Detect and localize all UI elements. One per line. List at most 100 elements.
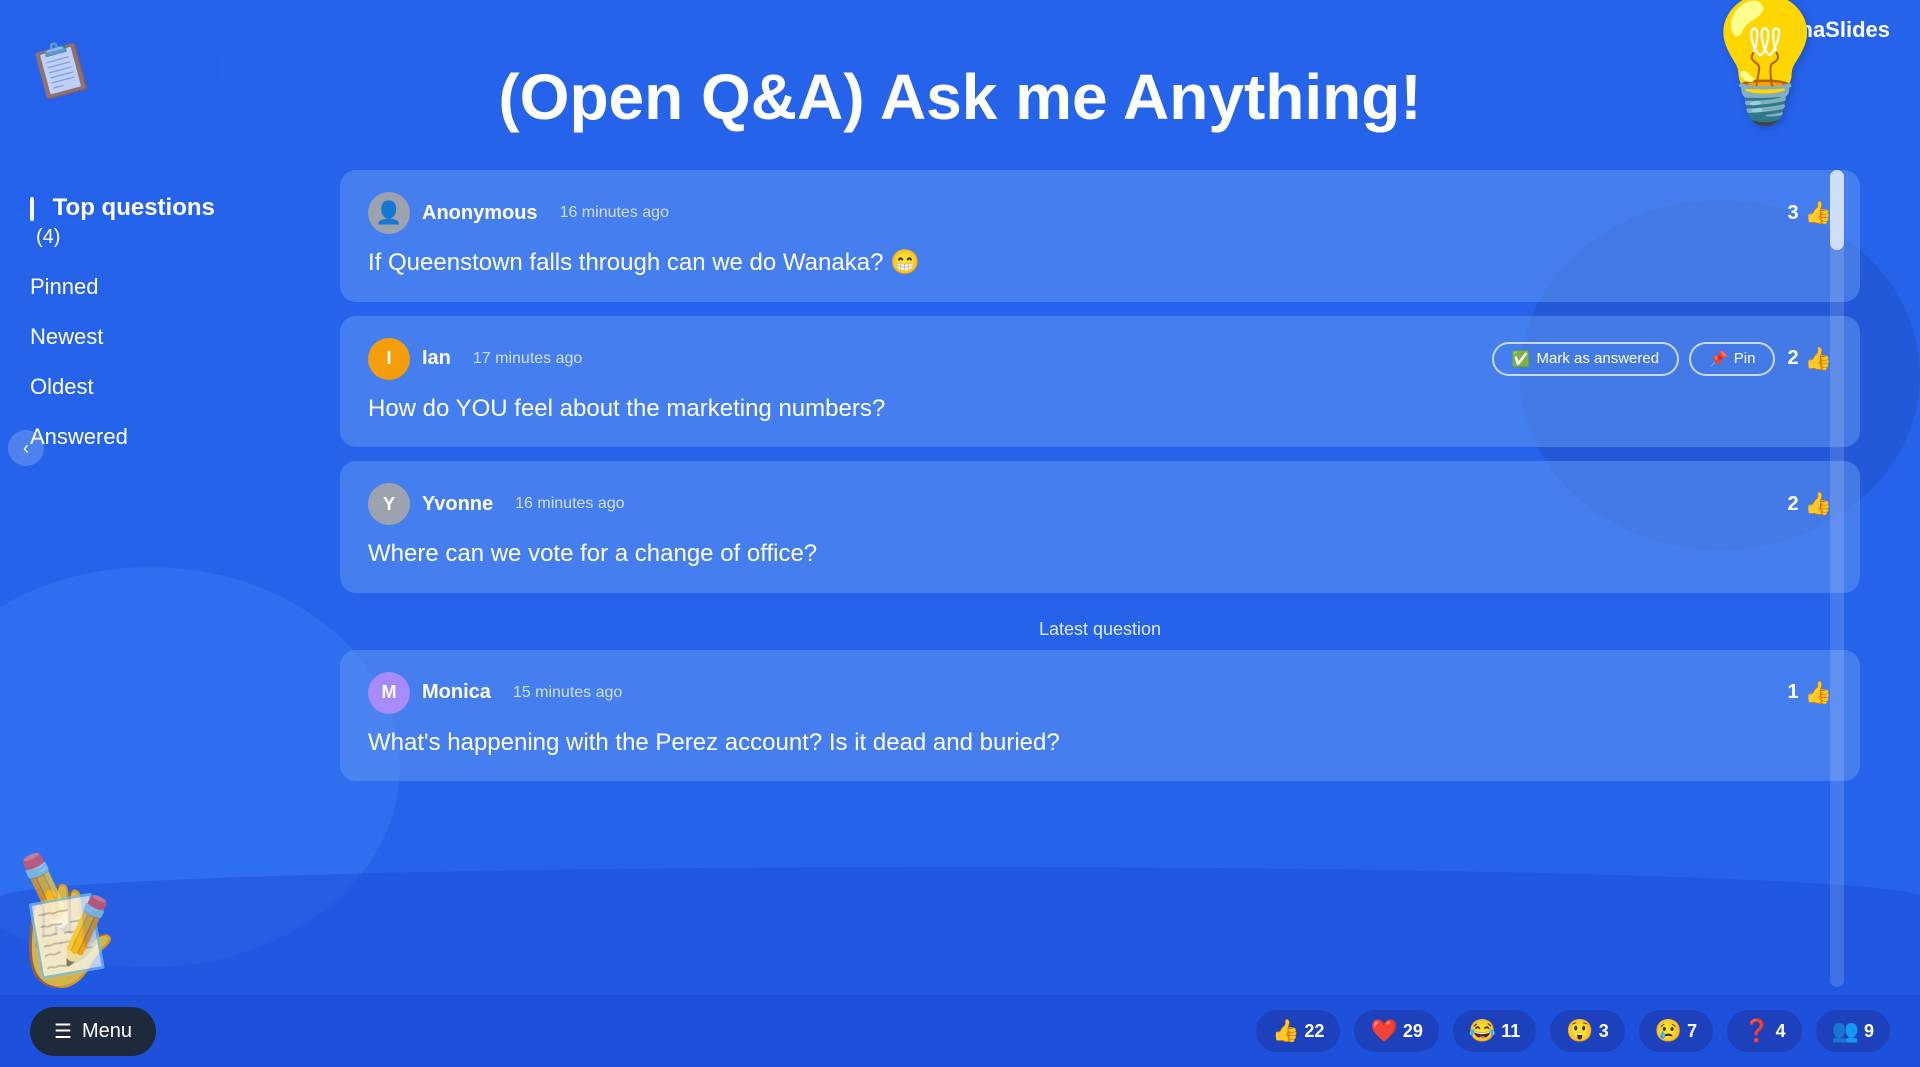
sidebar-item-pinned[interactable]: Pinned — [30, 270, 250, 304]
main-content: 👤 Anonymous 16 minutes ago 3 👍 If Queens… — [340, 170, 1860, 987]
sidebar-nav: Top questions (4) Pinned Newest Oldest A… — [30, 190, 250, 454]
heart-emoji: ❤️ — [1370, 1018, 1397, 1044]
reaction-laugh[interactable]: 😂 11 — [1453, 1010, 1536, 1052]
check-circle-icon: ✅ — [1512, 350, 1531, 368]
time-ago-3: 16 minutes ago — [515, 495, 624, 513]
decorative-hands: 🤚 — [0, 878, 125, 995]
card-header-left-2: I Ian 17 minutes ago — [368, 338, 582, 380]
pin-label: Pin — [1734, 350, 1756, 367]
time-ago-2: 17 minutes ago — [473, 350, 582, 368]
thumbs-up-icon-4: 👍 — [1805, 680, 1832, 706]
user-name-2: Ian — [422, 347, 451, 370]
like-number-3: 2 — [1787, 493, 1798, 516]
laugh-emoji: 😂 — [1469, 1018, 1496, 1044]
decorative-notepad: 📝 — [24, 888, 124, 984]
sad-reaction-count: 7 — [1687, 1021, 1697, 1042]
sidebar-item-label: Newest — [30, 324, 103, 349]
card-header-left-4: M Monica 15 minutes ago — [368, 672, 622, 714]
mark-answered-label: Mark as answered — [1537, 350, 1660, 367]
sidebar-item-label: Oldest — [30, 374, 94, 399]
reaction-sad[interactable]: 😢 7 — [1639, 1010, 1713, 1052]
reaction-heart[interactable]: ❤️ 29 — [1354, 1010, 1438, 1052]
card-header-right-2: ✅ Mark as answered 📌 Pin 2 👍 — [1492, 342, 1832, 376]
question-card-3: Y Yvonne 16 minutes ago 2 👍 Where can we… — [340, 461, 1860, 593]
bottom-bar: ☰ Menu 👍 22 ❤️ 29 😂 11 😲 3 😢 7 ❓ 4 👥 — [0, 995, 1920, 1067]
like-emoji: 👍 — [1272, 1018, 1299, 1044]
question-text-2: How do YOU feel about the marketing numb… — [368, 392, 1832, 426]
sidebar-item-newest[interactable]: Newest — [30, 320, 250, 354]
card-actions-2: ✅ Mark as answered 📌 Pin — [1492, 342, 1776, 376]
question-text-3: Where can we vote for a change of office… — [368, 537, 1832, 571]
users-reaction-count: 9 — [1864, 1021, 1874, 1042]
card-header-4: M Monica 15 minutes ago 1 👍 — [368, 672, 1832, 714]
pin-button[interactable]: 📌 Pin — [1689, 342, 1775, 376]
reaction-question[interactable]: ❓ 4 — [1727, 1010, 1801, 1052]
scrollbar-thumb[interactable] — [1830, 170, 1844, 250]
like-number-2: 2 — [1787, 347, 1798, 370]
card-header-right-3: 2 👍 — [1787, 491, 1832, 517]
card-header-left-3: Y Yvonne 16 minutes ago — [368, 483, 625, 525]
card-header-3: Y Yvonne 16 minutes ago 2 👍 — [368, 483, 1832, 525]
sidebar-item-oldest[interactable]: Oldest — [30, 370, 250, 404]
sidebar-item-label: Top questions — [53, 194, 215, 221]
avatar-3: Y — [368, 483, 410, 525]
like-count-4[interactable]: 1 👍 — [1787, 680, 1832, 706]
menu-label: Menu — [82, 1020, 132, 1043]
question-emoji: ❓ — [1743, 1018, 1770, 1044]
card-header-1: 👤 Anonymous 16 minutes ago 3 👍 — [368, 192, 1832, 234]
avatar-4: M — [368, 672, 410, 714]
collapse-sidebar-button[interactable]: ‹ — [8, 430, 44, 466]
wow-emoji: 😲 — [1566, 1018, 1593, 1044]
reaction-like[interactable]: 👍 22 — [1256, 1010, 1340, 1052]
time-ago-4: 15 minutes ago — [513, 684, 622, 702]
reaction-wow[interactable]: 😲 3 — [1550, 1010, 1624, 1052]
hamburger-icon: ☰ — [54, 1019, 72, 1044]
card-header-right-4: 1 👍 — [1787, 680, 1832, 706]
like-count-1[interactable]: 3 👍 — [1787, 200, 1832, 226]
card-header-2: I Ian 17 minutes ago ✅ Mark as answered … — [368, 338, 1832, 380]
like-number-4: 1 — [1787, 681, 1798, 704]
time-ago-1: 16 minutes ago — [560, 204, 669, 222]
avatar-2: I — [368, 338, 410, 380]
laugh-reaction-count: 11 — [1501, 1021, 1520, 1042]
question-card-4: M Monica 15 minutes ago 1 👍 What's happe… — [340, 650, 1860, 782]
sidebar: Top questions (4) Pinned Newest Oldest A… — [0, 170, 280, 474]
user-name-1: Anonymous — [422, 202, 538, 225]
latest-separator: Latest question — [340, 607, 1860, 650]
sidebar-item-label: Answered — [30, 424, 128, 449]
sidebar-item-top-questions[interactable]: Top questions (4) — [30, 190, 250, 254]
like-reaction-count: 22 — [1304, 1021, 1324, 1042]
wow-reaction-count: 3 — [1599, 1021, 1609, 1042]
question-text-1: If Queenstown falls through can we do Wa… — [368, 246, 1832, 280]
user-name-4: Monica — [422, 681, 491, 704]
page-title: (Open Q&A) Ask me Anything! — [0, 60, 1920, 134]
sad-emoji: 😢 — [1655, 1018, 1682, 1044]
like-count-2[interactable]: 2 👍 — [1787, 346, 1832, 372]
decorative-pen: ✏️ — [0, 845, 94, 937]
scrollbar[interactable] — [1830, 170, 1844, 987]
heart-reaction-count: 29 — [1403, 1021, 1423, 1042]
question-text-4: What's happening with the Perez account?… — [368, 726, 1832, 760]
question-card-2: I Ian 17 minutes ago ✅ Mark as answered … — [340, 316, 1860, 448]
thumbs-up-icon-2: 👍 — [1805, 346, 1832, 372]
mark-answered-button[interactable]: ✅ Mark as answered — [1492, 342, 1679, 376]
like-number-1: 3 — [1787, 202, 1798, 225]
thumbs-up-icon-3: 👍 — [1805, 491, 1832, 517]
like-count-3[interactable]: 2 👍 — [1787, 491, 1832, 517]
sidebar-item-label: Pinned — [30, 274, 99, 299]
sidebar-item-badge: (4) — [36, 226, 60, 248]
card-header-left-1: 👤 Anonymous 16 minutes ago — [368, 192, 669, 234]
question-reaction-count: 4 — [1776, 1021, 1786, 1042]
reaction-users[interactable]: 👥 9 — [1816, 1010, 1890, 1052]
user-name-3: Yvonne — [422, 493, 493, 516]
users-emoji: 👥 — [1832, 1018, 1859, 1044]
reactions-bar: 👍 22 ❤️ 29 😂 11 😲 3 😢 7 ❓ 4 👥 9 — [1256, 1010, 1890, 1052]
questions-list: 👤 Anonymous 16 minutes ago 3 👍 If Queens… — [340, 170, 1860, 987]
pin-icon: 📌 — [1709, 350, 1728, 368]
card-header-right-1: 3 👍 — [1787, 200, 1832, 226]
avatar-1: 👤 — [368, 192, 410, 234]
menu-button[interactable]: ☰ Menu — [30, 1007, 156, 1056]
thumbs-up-icon-1: 👍 — [1805, 200, 1832, 226]
sidebar-item-answered[interactable]: Answered — [30, 420, 250, 454]
scrollbar-track — [1830, 170, 1844, 987]
